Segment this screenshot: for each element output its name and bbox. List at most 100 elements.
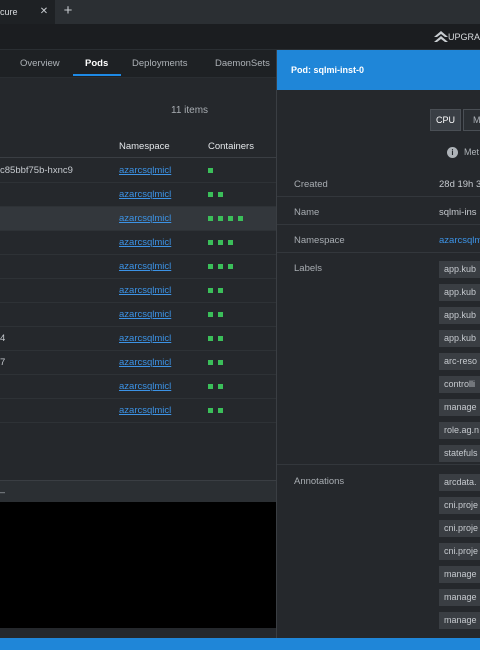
drawer-header: Pod: sqlmi-inst-0: [277, 50, 480, 90]
container-status: [208, 168, 218, 174]
label-chip[interactable]: manage: [439, 399, 480, 416]
table-row[interactable]: azarcsqlmicl: [0, 255, 276, 279]
close-icon[interactable]: ✕: [38, 0, 50, 24]
cpu-button[interactable]: CPU: [430, 109, 461, 131]
app-header: UPGRA: [0, 24, 480, 50]
terminal-panel[interactable]: [0, 502, 276, 628]
namespace-link[interactable]: azarcsqlmicl: [119, 405, 171, 416]
annotation-chip[interactable]: manage: [439, 589, 480, 606]
table-row[interactable]: azarcsqlmicl: [0, 231, 276, 255]
namespace-link[interactable]: azarcsqlmicl: [119, 213, 171, 224]
annotation-chip[interactable]: cni.proje: [439, 520, 480, 537]
container-ready-icon: [218, 360, 223, 365]
table-row[interactable]: c85bbf75b-hxnc9 azarcsqlmicl: [0, 159, 276, 183]
container-ready-icon: [228, 264, 233, 269]
info-icon: i: [447, 147, 458, 158]
property-value: 28d 19h 3: [439, 179, 480, 190]
annotations-title: Annotations: [294, 476, 345, 487]
tab-title: cure: [0, 7, 18, 17]
container-status: [208, 264, 238, 270]
namespace-link[interactable]: azarcsqlmicl: [119, 381, 171, 392]
pods-list-pane: Overview Pods Deployments DaemonSets 11 …: [0, 50, 276, 638]
container-ready-icon: [208, 192, 213, 197]
container-ready-icon: [228, 216, 233, 221]
containers-column-header[interactable]: Containers: [208, 141, 254, 152]
namespace-column-header[interactable]: Namespace: [119, 141, 170, 152]
table-row[interactable]: azarcsqlmicl: [0, 279, 276, 303]
label-chip[interactable]: app.kub: [439, 330, 480, 347]
label-chip[interactable]: role.ag.n: [439, 422, 480, 439]
upgrade-button[interactable]: UPGRA: [448, 24, 480, 50]
drawer-title: Pod: sqlmi-inst-0: [291, 65, 365, 75]
table-row[interactable]: azarcsqlmicl: [0, 303, 276, 327]
table-row[interactable]: 7 azarcsqlmicl: [0, 351, 276, 375]
terminal-minimize[interactable]: –: [0, 487, 5, 497]
namespace-link[interactable]: azarcsqlmicl: [119, 261, 171, 272]
memory-button[interactable]: M: [463, 109, 480, 131]
table-row[interactable]: 4 azarcsqlmicl: [0, 327, 276, 351]
container-status: [208, 384, 228, 390]
container-ready-icon: [218, 264, 223, 269]
container-status: [208, 288, 228, 294]
property-label: Namespace: [294, 235, 345, 246]
annotation-chip[interactable]: cni.proje: [439, 543, 480, 560]
table-row[interactable]: azarcsqlmicl: [0, 183, 276, 207]
container-ready-icon: [218, 192, 223, 197]
annotation-chip[interactable]: manage: [439, 612, 480, 629]
pod-details-drawer: Pod: sqlmi-inst-0 CPU M i Met Created 28d…: [276, 50, 480, 638]
container-ready-icon: [208, 408, 213, 413]
new-tab-icon[interactable]: +: [60, 0, 76, 24]
label-chip[interactable]: statefuls: [439, 445, 480, 462]
annotation-chip[interactable]: arcdata.: [439, 474, 480, 491]
namespace-link[interactable]: azarcsqlmicl: [119, 333, 171, 344]
namespace-link[interactable]: azarcsqlmicl: [119, 237, 171, 248]
label-chip[interactable]: controlli: [439, 376, 480, 393]
container-ready-icon: [208, 240, 213, 245]
label-chip[interactable]: app.kub: [439, 307, 480, 324]
table-row[interactable]: azarcsqlmicl: [0, 399, 276, 423]
label-chip[interactable]: arc-reso: [439, 353, 480, 370]
container-ready-icon: [218, 336, 223, 341]
container-ready-icon: [208, 288, 213, 293]
namespace-link[interactable]: azarcsqlmicl: [119, 285, 171, 296]
container-status: [208, 240, 238, 246]
upgrade-icon: [434, 31, 448, 42]
property-value[interactable]: azarcsqlm: [439, 235, 480, 246]
container-ready-icon: [208, 384, 213, 389]
annotation-chip[interactable]: cni.proje: [439, 497, 480, 514]
resource-tabs: Overview Pods Deployments DaemonSets: [0, 50, 276, 78]
property-row: Created 28d 19h 3: [277, 173, 480, 197]
section-divider: [277, 464, 480, 465]
container-ready-icon: [218, 312, 223, 317]
container-ready-icon: [238, 216, 243, 221]
metrics-message: Met: [464, 147, 480, 157]
property-row: Name sqlmi-ins: [277, 201, 480, 225]
terminal-header: –: [0, 480, 276, 502]
container-ready-icon: [208, 264, 213, 269]
namespace-link[interactable]: azarcsqlmicl: [119, 165, 171, 176]
namespace-link[interactable]: azarcsqlmicl: [119, 189, 171, 200]
namespace-link[interactable]: azarcsqlmicl: [119, 357, 171, 368]
container-status: [208, 408, 228, 414]
table-row[interactable]: azarcsqlmicl: [0, 207, 276, 231]
pod-name-cell: 4: [0, 333, 6, 344]
status-bar: [0, 638, 480, 650]
pod-name-cell: 7: [0, 357, 6, 368]
namespace-link[interactable]: azarcsqlmicl: [119, 309, 171, 320]
browser-tab[interactable]: cure ✕: [0, 0, 55, 24]
container-ready-icon: [208, 360, 213, 365]
tab-daemonsets[interactable]: DaemonSets: [215, 50, 270, 78]
tab-deployments[interactable]: Deployments: [132, 50, 187, 78]
container-ready-icon: [208, 336, 213, 341]
label-chip[interactable]: app.kub: [439, 261, 480, 278]
container-ready-icon: [218, 408, 223, 413]
labels-title: Labels: [294, 263, 322, 274]
label-chip[interactable]: app.kub: [439, 284, 480, 301]
container-ready-icon: [218, 384, 223, 389]
table-row[interactable]: azarcsqlmicl: [0, 375, 276, 399]
container-status: [208, 360, 228, 366]
tab-overview[interactable]: Overview: [20, 50, 60, 78]
annotation-chip[interactable]: manage: [439, 566, 480, 583]
container-status: [208, 192, 228, 198]
container-ready-icon: [208, 312, 213, 317]
